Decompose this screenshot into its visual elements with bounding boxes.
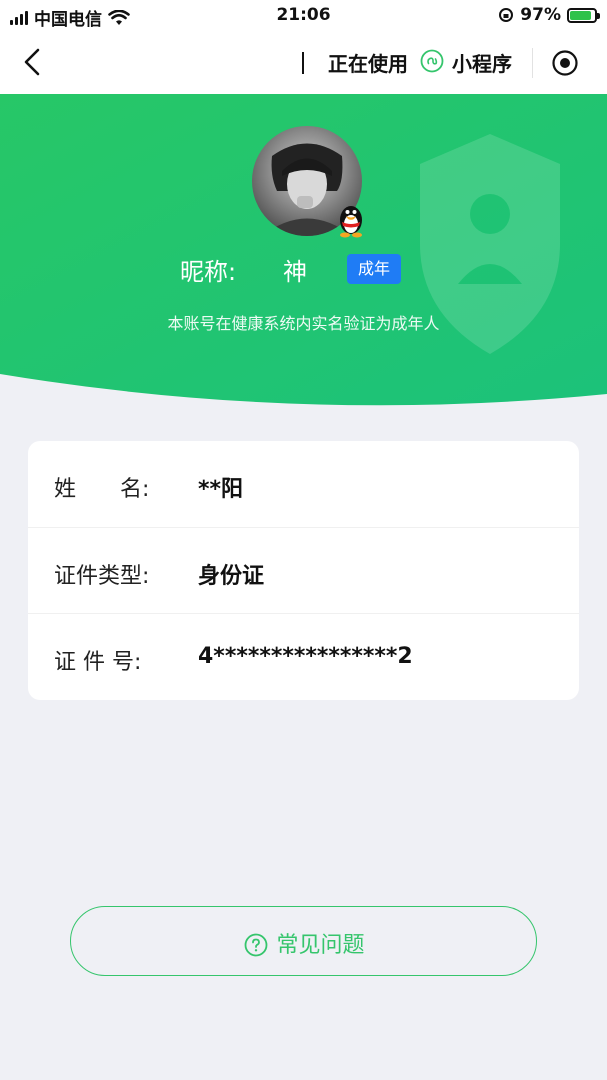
nav-bar: 正在使用 小程序 bbox=[0, 32, 607, 94]
id-type-label: 证件类型: bbox=[54, 564, 150, 589]
faq-button[interactable]: 常见问题 bbox=[70, 906, 537, 976]
question-circle-icon bbox=[245, 933, 268, 957]
id-number-label: 证 件 号: bbox=[54, 650, 142, 675]
faq-button-content: 常见问题 bbox=[71, 927, 538, 959]
nav-separator bbox=[302, 52, 304, 74]
nav-divider bbox=[532, 48, 533, 78]
app-screen: 中国电信 21:06 97% 正在使用 小程序 昵称: 神 成年 本账号在健康系… bbox=[0, 0, 607, 1080]
status-right: 97% bbox=[498, 5, 600, 25]
miniprogram-label[interactable]: 小程序 bbox=[452, 48, 512, 77]
id-type-value: 身份证 bbox=[198, 564, 265, 589]
info-row-name: 姓 名: **阳 bbox=[28, 441, 579, 527]
battery-percent: 97% bbox=[520, 5, 561, 25]
status-bar: 中国电信 21:06 97% bbox=[0, 0, 607, 32]
battery-cap bbox=[597, 12, 600, 19]
nickname-value: 神 bbox=[283, 258, 307, 286]
back-chevron-icon[interactable] bbox=[16, 44, 52, 80]
info-row-id-number: 证 件 号: 4****************2 bbox=[28, 613, 579, 700]
id-number-value: 4****************2 bbox=[198, 644, 413, 669]
name-label: 姓 名: bbox=[54, 477, 150, 502]
age-status-badge: 成年 bbox=[347, 254, 401, 284]
battery-icon bbox=[567, 7, 600, 23]
record-target-icon[interactable] bbox=[551, 49, 579, 77]
identity-info-card: 姓 名: **阳 证件类型: 身份证 证 件 号: 4*************… bbox=[28, 441, 579, 700]
nickname-label: 昵称: bbox=[180, 258, 237, 286]
info-row-id-type: 证件类型: 身份证 bbox=[28, 527, 579, 614]
qq-penguin-icon bbox=[340, 206, 362, 238]
using-label: 正在使用 bbox=[328, 52, 408, 76]
orientation-lock-icon bbox=[499, 8, 514, 22]
verification-text: 本账号在健康系统内实名验证为成年人 bbox=[167, 314, 440, 333]
faq-label: 常见问题 bbox=[276, 933, 365, 958]
name-value: **阳 bbox=[198, 477, 244, 502]
battery-level bbox=[570, 10, 592, 20]
miniprogram-link-icon bbox=[420, 49, 444, 73]
